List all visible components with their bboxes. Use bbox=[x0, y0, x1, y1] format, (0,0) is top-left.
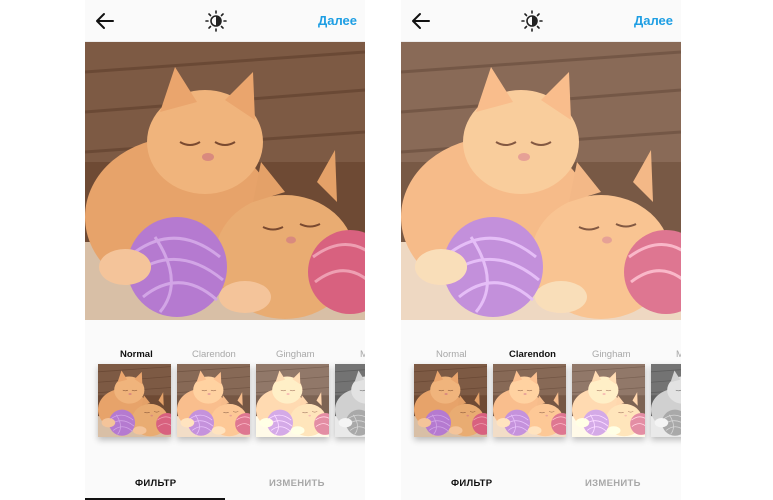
tab-filter[interactable]: ФИЛЬТР bbox=[135, 478, 176, 489]
filter-thumb-gingham[interactable] bbox=[256, 364, 329, 437]
bottom-tabs: ФИЛЬТР ИЗМЕНИТЬ bbox=[85, 465, 365, 500]
tab-edit[interactable]: ИЗМЕНИТЬ bbox=[585, 478, 641, 489]
filter-label-normal[interactable]: Normal bbox=[120, 349, 153, 360]
bottom-tabs: ФИЛЬТР ИЗМЕНИТЬ bbox=[401, 465, 681, 500]
brightness-icon[interactable] bbox=[521, 10, 543, 32]
filter-thumb-partial[interactable] bbox=[335, 364, 365, 437]
phone-screen-clarendon: Далее Normal Clarendon Gingham M ФИЛЬТР … bbox=[401, 0, 681, 500]
filter-thumb-gingham[interactable] bbox=[572, 364, 645, 437]
filter-thumb-normal[interactable] bbox=[414, 364, 487, 437]
brightness-icon[interactable] bbox=[205, 10, 227, 32]
filter-label-clarendon[interactable]: Clarendon bbox=[192, 349, 236, 360]
top-bar: Далее bbox=[85, 0, 365, 42]
filter-strip: Normal Clarendon Gingham M bbox=[85, 320, 365, 460]
filter-thumb-clarendon[interactable] bbox=[177, 364, 250, 437]
filter-label-normal[interactable]: Normal bbox=[436, 349, 467, 360]
top-bar: Далее bbox=[401, 0, 681, 42]
filter-thumb-normal[interactable] bbox=[98, 364, 171, 437]
filter-thumb-clarendon[interactable] bbox=[493, 364, 566, 437]
photo-preview bbox=[401, 42, 681, 320]
next-button[interactable]: Далее bbox=[634, 13, 673, 28]
filter-thumb-partial[interactable] bbox=[651, 364, 681, 437]
filter-label-partial[interactable]: M bbox=[360, 349, 365, 360]
filter-label-gingham[interactable]: Gingham bbox=[592, 349, 631, 360]
filter-label-gingham[interactable]: Gingham bbox=[276, 349, 315, 360]
arrow-left-icon[interactable] bbox=[93, 9, 117, 33]
tab-edit[interactable]: ИЗМЕНИТЬ bbox=[269, 478, 325, 489]
arrow-left-icon[interactable] bbox=[409, 9, 433, 33]
phone-screen-normal: Далее Normal Clarendon Gingham M ФИЛЬТР … bbox=[85, 0, 365, 500]
filter-strip: Normal Clarendon Gingham M bbox=[401, 320, 681, 460]
tab-filter[interactable]: ФИЛЬТР bbox=[451, 478, 492, 489]
filter-label-partial[interactable]: M bbox=[676, 349, 681, 360]
photo-preview bbox=[85, 42, 365, 320]
filter-label-clarendon[interactable]: Clarendon bbox=[509, 349, 556, 360]
next-button[interactable]: Далее bbox=[318, 13, 357, 28]
